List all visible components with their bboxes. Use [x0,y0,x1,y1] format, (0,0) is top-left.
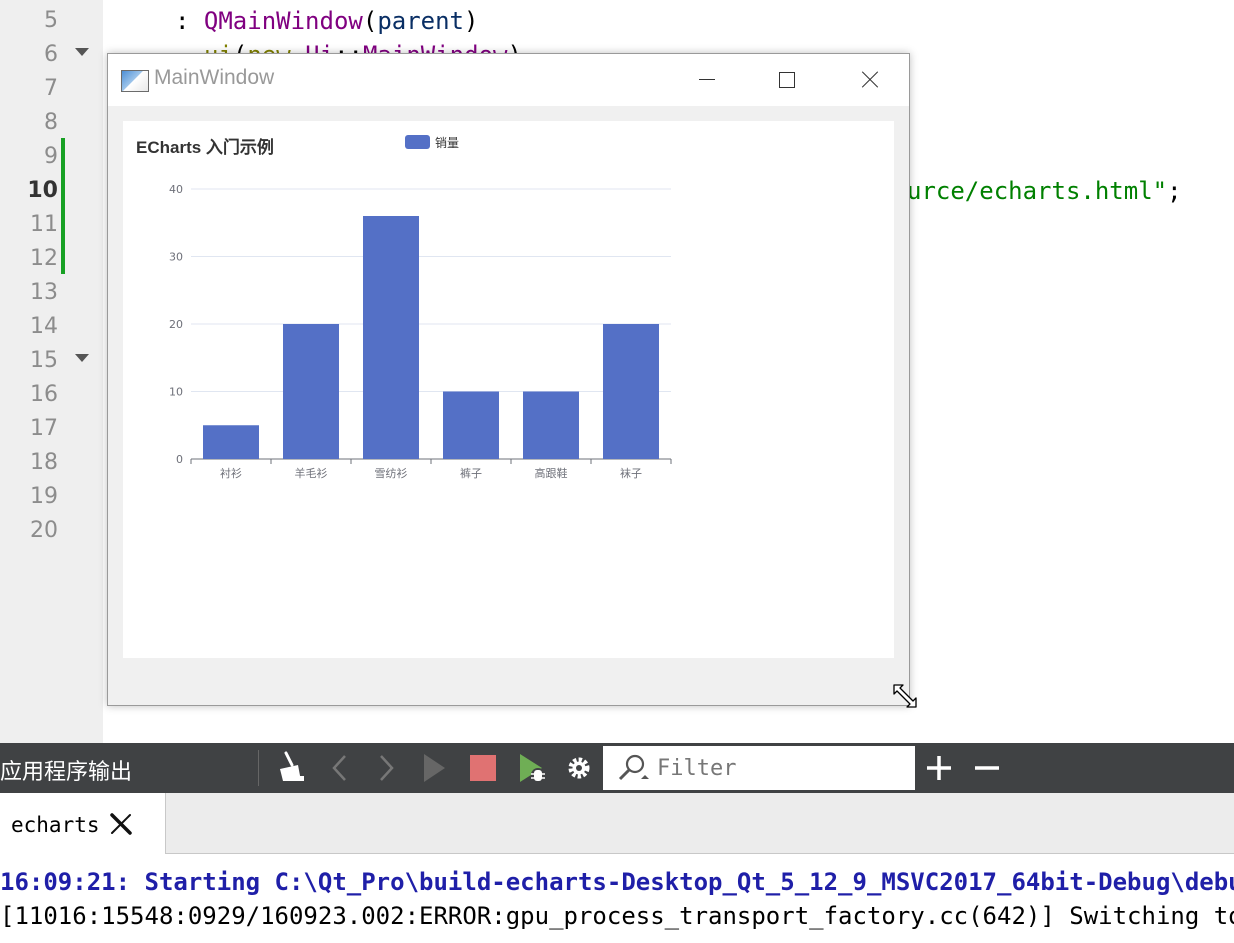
search-icon [618,754,649,781]
line-number: 19 [30,484,58,509]
line-number: 9 [44,144,58,169]
code-token: ( [362,7,378,35]
x-tick-label: 裤子 [460,466,482,480]
bar [523,391,579,459]
zoom-in-icon[interactable] [919,743,959,793]
tab-label: echarts [11,813,100,837]
app-icon [121,70,149,92]
y-tick-label: 30 [169,251,183,264]
x-tick-label: 袜子 [620,466,642,480]
line-number: 15 [30,348,58,373]
x-tick-label: 雪纺衫 [375,466,408,480]
clear-output-icon[interactable] [270,743,310,793]
code-token: parent [377,7,465,35]
code-token: QMainWindow [203,7,363,35]
code-line[interactable]: : QMainWindow(parent) [175,4,478,38]
stop-icon[interactable] [463,743,503,793]
output-line: [11016:15548:0929/160923.002:ERROR:gpu_p… [0,902,1234,930]
bar [363,216,419,459]
y-tick-label: 40 [169,183,183,196]
legend-swatch [405,135,430,149]
line-number: 5 [44,8,58,33]
chart-title: ECharts 入门示例 [136,138,274,157]
maximize-button[interactable] [746,54,826,106]
output-console[interactable]: 16:09:21: Starting C:\Qt_Pro\build-echar… [0,854,1234,943]
code-token: ) [464,7,479,35]
toolbar-separator [258,750,259,786]
run-icon[interactable] [414,743,454,793]
chart-webview[interactable]: 0 10 20 30 40 衬衫 羊毛衫 雪纺衫 裤子 高跟鞋 袜子 ECharts 入门示例 销量 [123,121,894,658]
settings-gear-icon[interactable] [559,743,599,793]
y-tick-label: 0 [176,453,183,466]
y-tick-label: 10 [169,386,183,399]
x-tick-label: 高跟鞋 [535,466,568,480]
main-window[interactable]: MainWindow 0 10 20 30 40 衬衫 羊毛衫 雪纺衫 裤子 高跟鞋 袜子 ECha… [107,53,910,706]
line-number: 20 [30,518,58,543]
current-line-number: 10 [27,178,58,203]
next-item-icon[interactable] [366,743,406,793]
attach-debugger-icon[interactable] [512,743,552,793]
close-button[interactable] [828,54,908,106]
line-number: 16 [30,382,58,407]
window-titlebar[interactable]: MainWindow [108,54,909,106]
code-token: : [175,7,204,35]
line-number: 18 [30,450,58,475]
line-number: 6 [44,42,58,67]
legend-label: 销量 [435,135,460,150]
line-number: 14 [30,314,58,339]
line-number: 12 [30,246,58,271]
code-line[interactable]: urce/echarts.html"; [907,174,1182,208]
bar [203,425,259,459]
line-number: 8 [44,110,58,135]
change-marker [61,138,65,274]
line-number: 13 [30,280,58,305]
code-token: urce/echarts.html" [907,177,1168,205]
line-number-gutter: 5 6 7 8 9 10 11 12 13 14 15 16 17 18 19 … [0,0,103,743]
resize-cursor-icon [893,684,917,708]
close-tab-icon[interactable] [108,811,134,837]
x-tick-label: 衬衫 [220,467,242,480]
previous-item-icon[interactable] [320,743,360,793]
output-tab-bar: echarts [0,793,1234,854]
code-token: ; [1167,177,1182,205]
output-pane-title: 应用程序输出 [0,760,133,785]
zoom-out-icon[interactable] [967,743,1007,793]
chart-legend[interactable]: 销量 [405,134,459,150]
bar-chart: 0 10 20 30 40 衬衫 羊毛衫 雪纺衫 裤子 高跟鞋 袜子 [169,183,672,480]
filter-box[interactable] [603,746,915,790]
bar [283,324,339,459]
output-line: 16:09:21: Starting C:\Qt_Pro\build-echar… [0,868,1234,896]
line-number: 11 [30,212,58,237]
line-number: 17 [30,416,58,441]
fold-arrow-icon[interactable] [75,354,89,362]
filter-input[interactable] [655,752,909,784]
fold-arrow-icon[interactable] [75,48,89,56]
x-tick-label: 羊毛衫 [295,466,328,480]
bar [443,391,499,459]
y-tick-label: 20 [169,318,183,331]
window-title: MainWindow [154,66,275,89]
minimize-button[interactable] [666,54,746,106]
bar [603,324,659,459]
line-number: 7 [44,76,58,101]
tab-echarts[interactable]: echarts [0,793,166,854]
